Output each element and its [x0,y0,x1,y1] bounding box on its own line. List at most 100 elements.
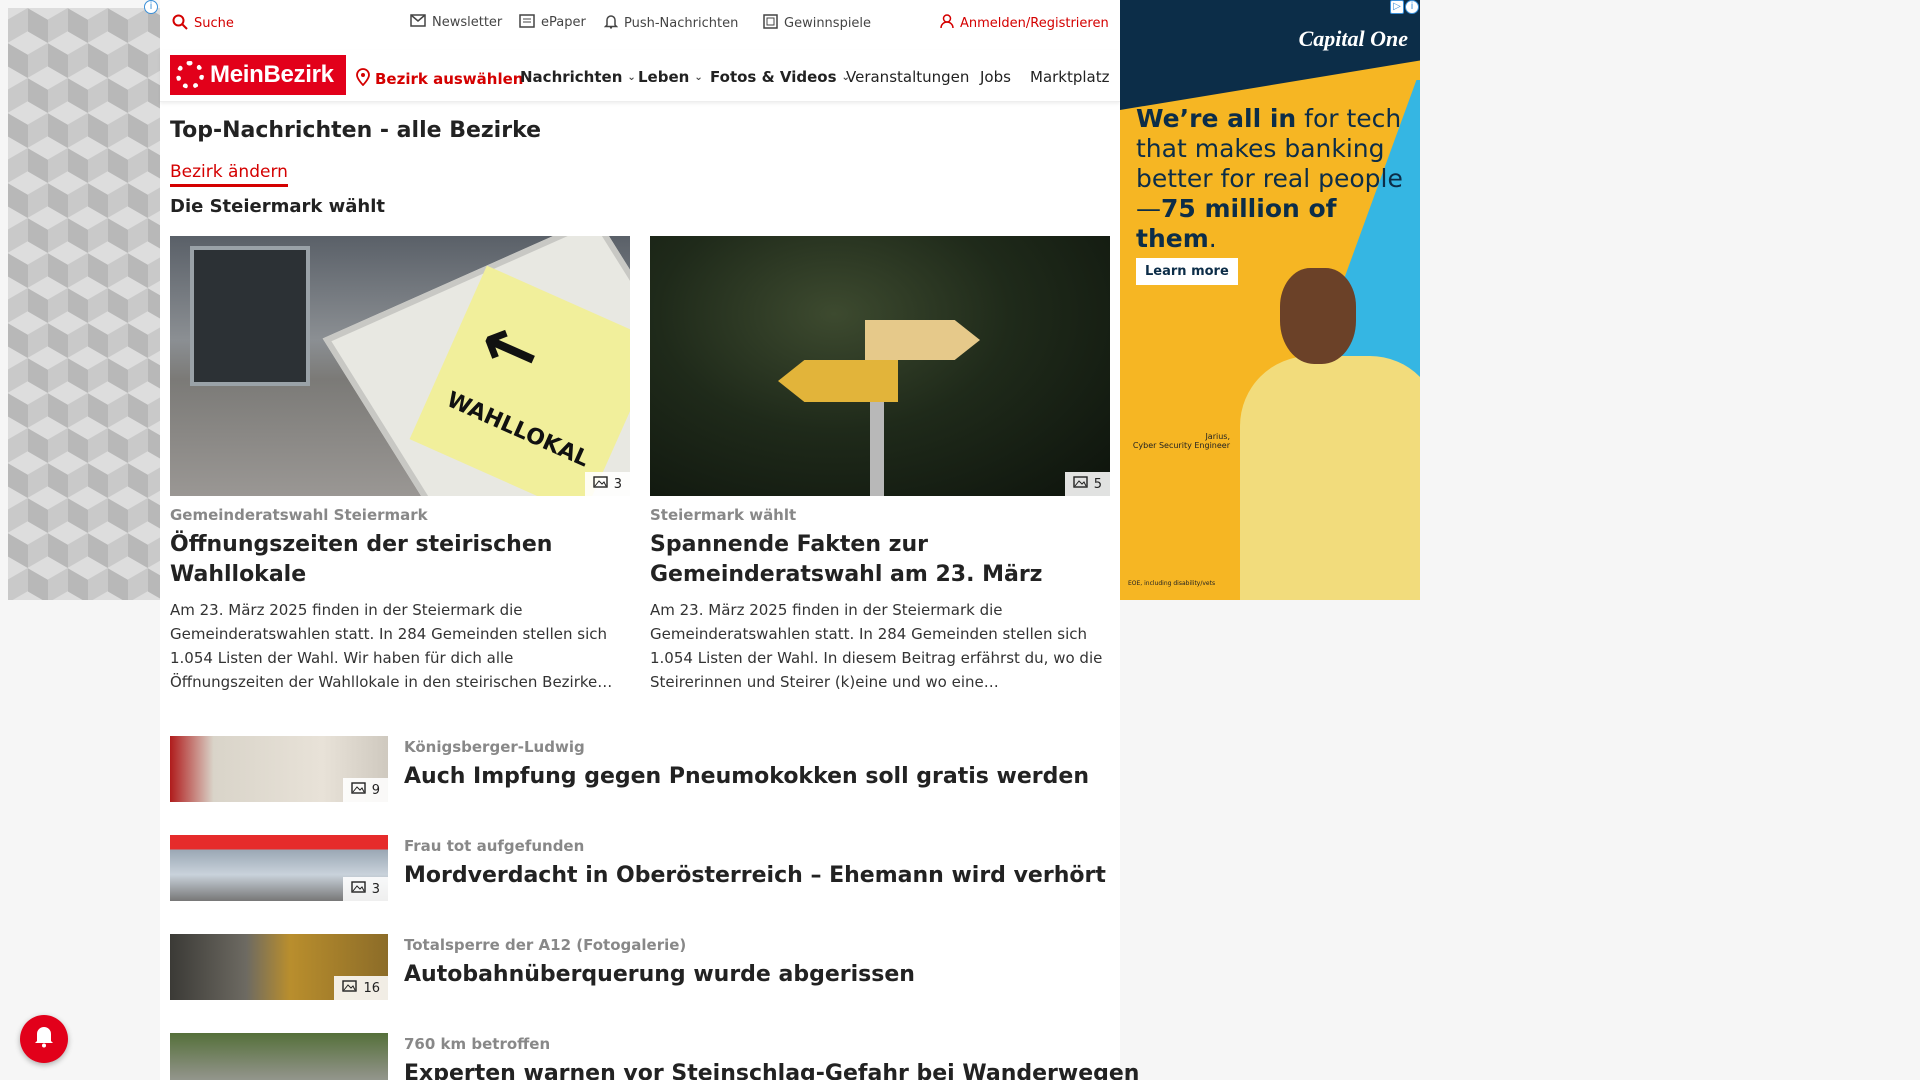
gewinnspiele-link[interactable]: Gewinnspiele [763,14,871,32]
article-title[interactable]: Öffnungszeiten der steirischen Wahllokal… [170,530,630,590]
image-icon [351,782,366,798]
list-kicker: 760 km betroffen [404,1035,551,1053]
list-kicker: Königsberger-Ludwig [404,738,585,756]
image-signpost-right [865,320,980,360]
article-image[interactable]: 5 [650,236,1110,496]
ad-caption-role: Cyber Security Engineer [1132,441,1230,450]
list-item[interactable]: 9 Königsberger-Ludwig Auch Impfung gegen… [170,736,1110,802]
list-item[interactable]: 760 km betroffen Experten warnen vor Ste… [170,1033,1139,1080]
ad-headline-bold: 75 million of them [1136,194,1337,253]
search-label: Suche [194,16,234,31]
image-signpost-left [778,360,898,402]
main-column: Suche Newsletter ePaper Push-Nachrichten… [160,0,1139,1080]
ad-fine-print: EOE, including disability/vets [1128,580,1216,587]
image-sign-text: WAHLLOKAL [442,387,593,473]
location-pin-icon [356,68,370,90]
nav-item-fotos-videos[interactable]: Fotos & Videos ⌄ [710,68,850,86]
ad-headline-bold: We’re all in [1136,104,1297,133]
nav-item-veranstaltungen[interactable]: Veranstaltungen [846,68,969,86]
ad-info-icon[interactable]: i [144,0,158,14]
image-count: 3 [371,881,380,897]
nav-item-nachrichten[interactable]: Nachrichten ⌄ [520,68,636,86]
image-icon [593,476,608,492]
image-count: 16 [363,980,380,996]
list-meta: 760 km betroffen Experten warnen vor Ste… [404,1033,1139,1080]
ad-person-shirt [1240,356,1420,600]
site-logo[interactable]: MeinBezirk [170,55,346,95]
nav-item-leben[interactable]: Leben ⌄ [638,68,703,86]
image-count-badge: 5 [1064,472,1110,496]
list-kicker: Totalsperre der A12 (Fotogalerie) [404,936,687,954]
nav-item-label: Leben [638,68,690,86]
right-ad-banner[interactable]: Capital One We’re all in for tech that m… [1120,0,1420,600]
list-kicker: Frau tot aufgefunden [404,837,585,855]
ad-dark-band [1120,0,1420,110]
image-count-badge: 3 [342,877,388,901]
login-label: Anmelden/Registrieren [960,15,1109,31]
image-count: 5 [1093,476,1102,492]
ad-headline: We’re all in for tech that makes banking… [1136,104,1406,254]
push-notifications-link[interactable]: Push-Nachrichten [603,14,739,32]
mail-icon [410,14,426,30]
user-icon [940,14,954,32]
image-count: 3 [613,476,622,492]
image-door [190,246,310,386]
nav-item-label: Veranstaltungen [846,68,970,86]
image-icon [342,980,358,996]
list-meta: Frau tot aufgefunden Mordverdacht in Obe… [404,835,1106,901]
article-title[interactable]: Spannende Fakten zur Gemeinderatswahl am… [650,530,1110,590]
image-count-badge: 16 [334,976,388,1000]
list-title[interactable]: Auch Impfung gegen Pneumokokken soll gra… [404,764,1089,789]
bezirk-select-label: Bezirk auswählen [375,70,524,88]
article-kicker: Gemeinderatswahl Steiermark [170,506,428,524]
chevron-down-icon: ⌄ [627,71,636,83]
bezirk-select-button[interactable]: Bezirk auswählen [356,68,523,90]
notification-bell-icon [33,1024,55,1054]
list-meta: Königsberger-Ludwig Auch Impfung gegen P… [404,736,1089,802]
list-item[interactable]: 3 Frau tot aufgefunden Mordverdacht in O… [170,835,1110,901]
ad-info-icon[interactable]: i [1405,0,1419,14]
list-item[interactable]: 16 Totalsperre der A12 (Fotogalerie) Aut… [170,934,1110,1000]
newspaper-icon [519,14,535,31]
epaper-link[interactable]: ePaper [519,14,586,31]
login-link[interactable]: Anmelden/Registrieren [940,14,1109,32]
nav-item-label: Jobs [980,68,1011,86]
ad-person-image [1240,268,1420,600]
ad-brand-logo: Capital One [1298,26,1408,51]
gewinnspiele-label: Gewinnspiele [784,15,872,31]
article-card[interactable]: 5 Steiermark wählt Spannende Fakten zur … [650,236,1110,694]
search-icon [172,14,188,33]
list-title[interactable]: Mordverdacht in Oberösterreich – Ehemann… [404,863,1106,888]
ad-caption-name: Jarius, [1205,432,1230,441]
image-icon [1073,476,1088,492]
article-teaser: Am 23. März 2025 finden in der Steiermar… [170,601,613,691]
article-kicker: Steiermark wählt [650,506,797,524]
ad-learn-more-button[interactable]: Learn more [1136,258,1238,285]
search-link[interactable]: Suche [172,14,234,33]
page-title: Top-Nachrichten - alle Bezirke [170,118,542,143]
article-card[interactable]: ← WAHLLOKAL 3 Gemeinderatswahl Steiermar… [170,236,630,694]
image-icon [351,881,366,897]
list-thumbnail[interactable]: 16 [170,934,388,1000]
image-count-badge: 3 [584,472,630,496]
epaper-label: ePaper [541,15,586,30]
nav-item-marktplatz[interactable]: Marktplatz [1030,68,1114,86]
article-teaser: Am 23. März 2025 finden in der Steiermar… [650,601,1103,691]
nav-item-jobs[interactable]: Jobs [980,68,1011,86]
push-label: Push-Nachrichten [624,15,739,31]
list-title[interactable]: Experten warnen vor Steinschlag-Gefahr b… [404,1061,1139,1080]
article-image[interactable]: ← WAHLLOKAL 3 [170,236,630,496]
list-thumbnail[interactable]: 9 [170,736,388,802]
ad-choices-icon[interactable]: ▷ [1390,0,1404,14]
section-title: Die Steiermark wählt [170,196,385,217]
notification-bell-button[interactable] [20,1015,68,1063]
change-bezirk-link[interactable]: Bezirk ändern [170,162,288,187]
list-title[interactable]: Autobahnüberquerung wurde abgerissen [404,962,915,987]
main-navigation: MeinBezirk Bezirk auswählen Nachrichten … [160,50,1120,102]
newsletter-link[interactable]: Newsletter [410,14,502,30]
arrow-left-icon: ← [467,298,555,397]
chevron-down-icon: ⌄ [694,71,703,83]
list-thumbnail[interactable]: 3 [170,835,388,901]
list-thumbnail[interactable] [170,1033,388,1080]
left-ad-banner[interactable] [8,8,160,600]
